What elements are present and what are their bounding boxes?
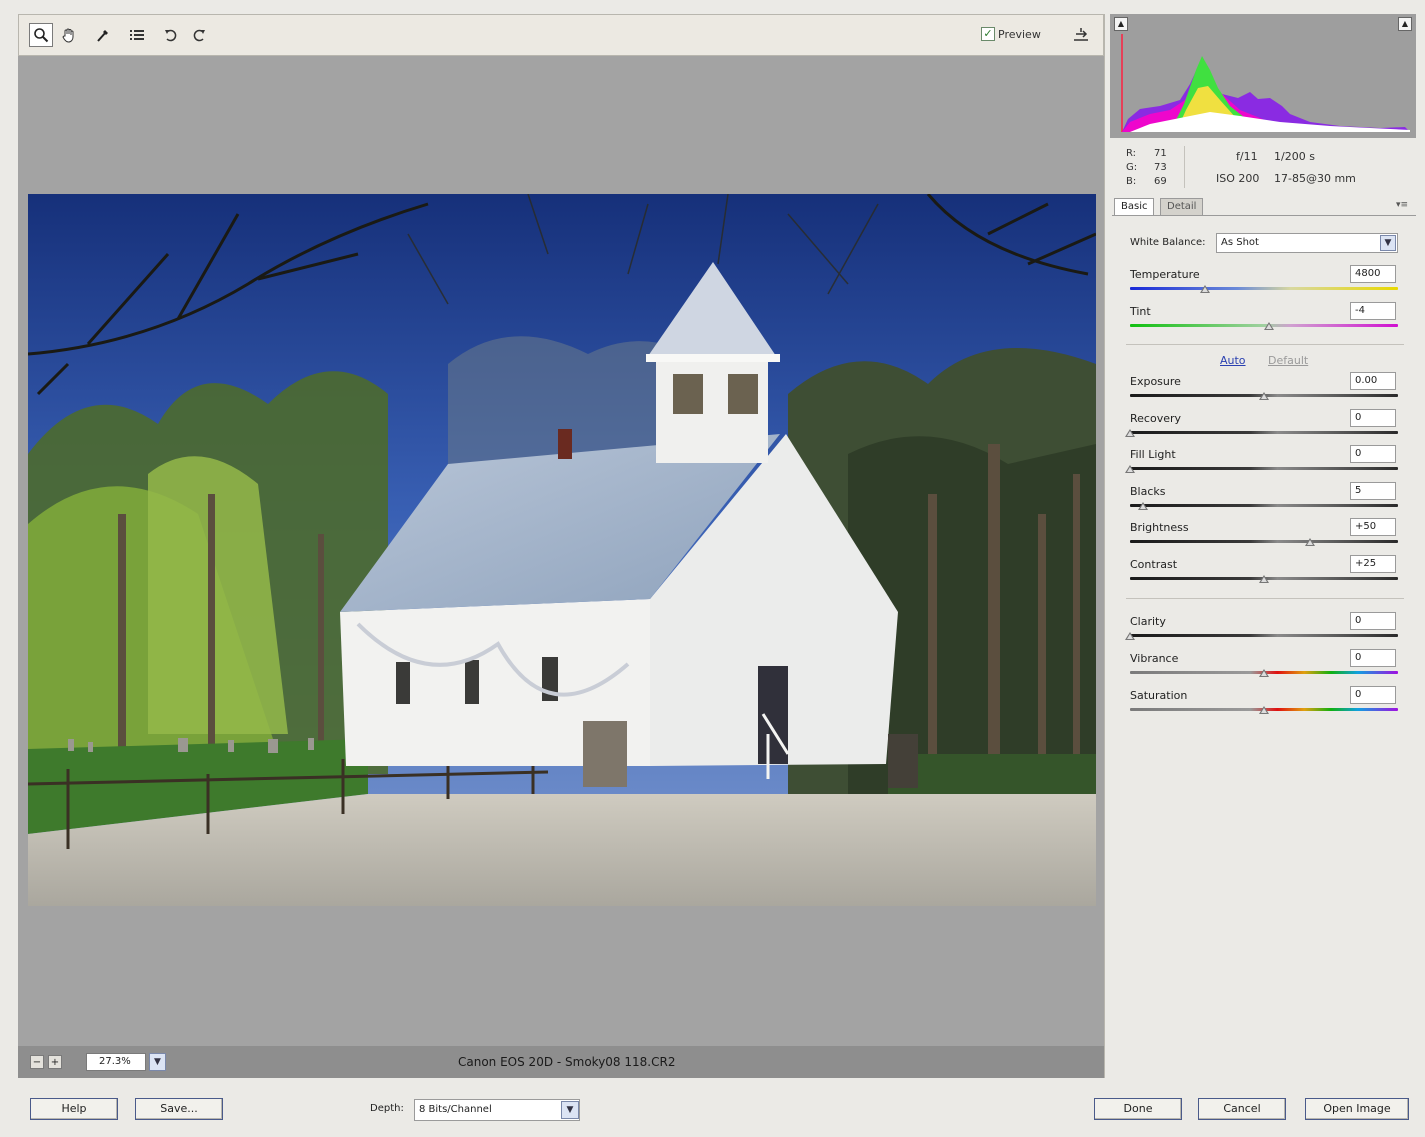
slider-value-field[interactable]: 0	[1350, 445, 1396, 463]
tab-detail[interactable]: Detail	[1160, 198, 1204, 215]
save-button[interactable]: Save...	[135, 1098, 223, 1120]
slider-thumb[interactable]	[1200, 285, 1211, 293]
slider-value-field[interactable]: 0	[1350, 612, 1396, 630]
file-info: Canon EOS 20D - Smoky08 118.CR2	[458, 1055, 676, 1069]
slider-label: Clarity	[1130, 615, 1166, 628]
slider-thumb[interactable]	[1138, 502, 1149, 510]
slider-value-field[interactable]: +25	[1350, 555, 1396, 573]
slider-thumb[interactable]	[1259, 392, 1269, 400]
g-value: 73	[1154, 162, 1167, 173]
slider-value-field[interactable]: 0.00	[1350, 372, 1396, 390]
slider-track[interactable]	[1130, 634, 1398, 637]
slider-track[interactable]	[1130, 431, 1398, 434]
slider-label: Vibrance	[1130, 652, 1179, 665]
rotate-left-icon[interactable]	[159, 23, 183, 47]
tab-basic[interactable]: Basic	[1114, 198, 1155, 215]
zoom-in-button[interactable]: +	[48, 1055, 62, 1069]
slider-thumb[interactable]	[1264, 322, 1275, 330]
toolbar: ✓ Preview	[18, 14, 1104, 56]
preview-checkbox[interactable]: ✓ Preview	[981, 27, 1041, 41]
church-photo	[28, 194, 1096, 906]
slider-label: Saturation	[1130, 689, 1188, 702]
depth-label: Depth:	[370, 1103, 404, 1114]
slider-thumb[interactable]	[1125, 465, 1135, 473]
divider	[1126, 344, 1404, 345]
zoom-dropdown-icon[interactable]: ▼	[149, 1053, 166, 1071]
slider-thumb[interactable]	[1125, 632, 1135, 640]
r-label: R:	[1126, 148, 1137, 159]
panel-tabs: Basic Detail ▾≡	[1112, 198, 1416, 216]
white-balance-dropdown-icon[interactable]: ▼	[1380, 235, 1396, 251]
slider-thumb[interactable]	[1259, 706, 1269, 714]
list-icon[interactable]	[125, 23, 149, 47]
auto-link[interactable]: Auto	[1220, 354, 1246, 367]
slider-value-field[interactable]: 5	[1350, 482, 1396, 500]
slider-thumb[interactable]	[1125, 429, 1135, 437]
done-button[interactable]: Done	[1094, 1098, 1182, 1120]
preview-check-icon[interactable]: ✓	[981, 27, 995, 41]
slider-track[interactable]	[1130, 540, 1398, 543]
slider-value-field[interactable]: 0	[1350, 649, 1396, 667]
slider-label: Contrast	[1130, 558, 1178, 571]
depth-select[interactable]: 8 Bits/Channel	[414, 1099, 580, 1121]
g-label: G:	[1126, 162, 1138, 173]
slider-track[interactable]	[1130, 287, 1398, 290]
slider-track[interactable]	[1130, 504, 1398, 507]
slider-label: Fill Light	[1130, 448, 1176, 461]
aperture: f/11	[1236, 150, 1258, 163]
white-balance-label: White Balance:	[1130, 237, 1206, 248]
r-value: 71	[1154, 148, 1167, 159]
zoom-level-field[interactable]: 27.3%	[86, 1053, 146, 1071]
slider-label: Tint	[1130, 305, 1151, 318]
slider-label: Brightness	[1130, 521, 1189, 534]
open-image-button[interactable]: Open Image	[1305, 1098, 1409, 1120]
preview-label: Preview	[998, 27, 1041, 41]
rotate-right-icon[interactable]	[187, 23, 211, 47]
slider-thumb[interactable]	[1304, 538, 1315, 546]
slider-value-field[interactable]: 4800	[1350, 265, 1396, 283]
slider-value-field[interactable]: -4	[1350, 302, 1396, 320]
slider-value-field[interactable]: 0	[1350, 409, 1396, 427]
info-divider	[1184, 146, 1185, 188]
lens: 17-85@30 mm	[1274, 172, 1356, 185]
fullscreen-icon[interactable]	[1069, 23, 1093, 47]
slider-track[interactable]	[1130, 467, 1398, 470]
slider-label: Temperature	[1130, 268, 1200, 281]
hand-icon[interactable]	[57, 23, 81, 47]
status-bar: − + 27.3% ▼ Canon EOS 20D - Smoky08 118.…	[18, 1046, 1104, 1078]
depth-dropdown-icon[interactable]: ▼	[561, 1101, 579, 1119]
help-button[interactable]: Help	[30, 1098, 118, 1120]
panel-menu-icon[interactable]: ▾≡	[1396, 200, 1408, 210]
photo-preview[interactable]	[28, 194, 1096, 906]
histogram: ▲ ▲	[1110, 14, 1416, 138]
slider-thumb[interactable]	[1259, 575, 1269, 583]
white-balance-icon[interactable]	[91, 23, 115, 47]
b-value: 69	[1154, 176, 1167, 187]
slider-thumb[interactable]	[1259, 669, 1269, 677]
slider-value-field[interactable]: 0	[1350, 686, 1396, 704]
slider-label: Blacks	[1130, 485, 1166, 498]
adjustments-panel	[1104, 14, 1417, 1078]
slider-label: Exposure	[1130, 375, 1181, 388]
white-balance-select[interactable]: As Shot	[1216, 233, 1398, 253]
cancel-button[interactable]: Cancel	[1198, 1098, 1286, 1120]
divider	[1126, 598, 1404, 599]
slider-label: Recovery	[1130, 412, 1182, 425]
slider-value-field[interactable]: +50	[1350, 518, 1396, 536]
shutter-speed: 1/200 s	[1274, 150, 1315, 163]
b-label: B:	[1126, 176, 1137, 187]
iso: ISO 200	[1216, 172, 1260, 185]
zoom-out-button[interactable]: −	[30, 1055, 44, 1069]
default-link[interactable]: Default	[1268, 354, 1308, 367]
zoom-icon[interactable]	[29, 23, 53, 47]
